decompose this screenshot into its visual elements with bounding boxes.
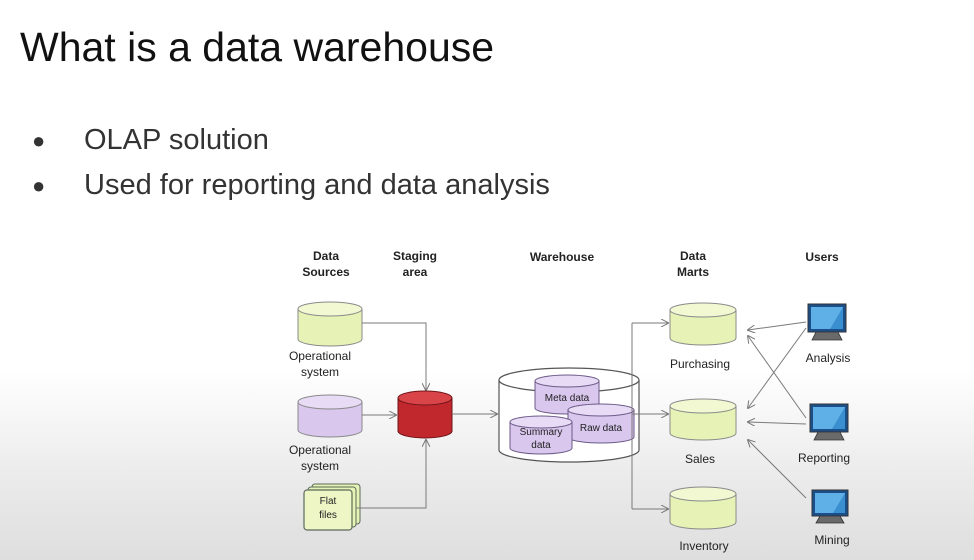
raw-data-label: Raw data <box>580 423 623 434</box>
bullet-dot-icon: ● <box>32 172 46 198</box>
reporting-monitor-icon <box>809 403 849 441</box>
meta-data-label: Meta data <box>545 393 590 404</box>
user-label-mining: Mining <box>814 533 849 547</box>
header-data-sources-line1: Data <box>313 249 339 263</box>
bullet-text: OLAP solution <box>84 124 269 156</box>
header-data-sources-line2: Sources <box>302 265 350 279</box>
source-cylinder-2 <box>297 394 363 438</box>
header-staging-line2: area <box>403 265 428 279</box>
users-to-marts-connectors <box>748 321 807 499</box>
mart-cylinder-inventory <box>669 486 737 530</box>
bullet-text: Used for reporting and data analysis <box>84 169 550 201</box>
header-users: Users <box>805 250 839 264</box>
data-warehouse-diagram: Data Sources Staging area Warehouse Data… <box>289 249 851 553</box>
user-label-reporting: Reporting <box>798 451 850 465</box>
source-2-label-line2: system <box>301 459 339 473</box>
bullet-list: ● OLAP solution ● Used for reporting and… <box>32 118 550 208</box>
summary-data-label-line1: Summary <box>520 427 563 438</box>
mart-label-inventory: Inventory <box>679 539 728 553</box>
header-data-marts-line2: Marts <box>677 265 709 279</box>
mining-monitor-icon <box>811 489 849 524</box>
bullet-dot-icon: ● <box>32 127 46 153</box>
flat-files-label-line2: files <box>319 510 337 521</box>
source-cylinder-1 <box>297 301 363 347</box>
header-staging-line1: Staging <box>393 249 437 263</box>
bullet-item: ● OLAP solution <box>32 118 550 163</box>
mart-label-sales: Sales <box>685 452 715 466</box>
mart-cylinder-purchasing <box>669 302 737 346</box>
flat-files-label-line1: Flat <box>320 496 337 507</box>
analysis-monitor-icon <box>807 303 847 341</box>
header-data-marts-line1: Data <box>680 249 706 263</box>
flat-files-icon <box>303 483 361 531</box>
summary-data-label-line2: data <box>531 440 551 451</box>
staging-cylinder <box>397 390 453 439</box>
source-1-label-line2: system <box>301 365 339 379</box>
source-1-label-line1: Operational <box>289 349 351 363</box>
mart-label-purchasing: Purchasing <box>670 357 730 371</box>
header-warehouse: Warehouse <box>530 250 595 264</box>
user-label-analysis: Analysis <box>806 351 851 365</box>
source-2-label-line1: Operational <box>289 443 351 457</box>
mart-cylinder-sales <box>669 398 737 441</box>
bullet-item: ● Used for reporting and data analysis <box>32 163 550 208</box>
slide-title: What is a data warehouse <box>20 24 495 70</box>
